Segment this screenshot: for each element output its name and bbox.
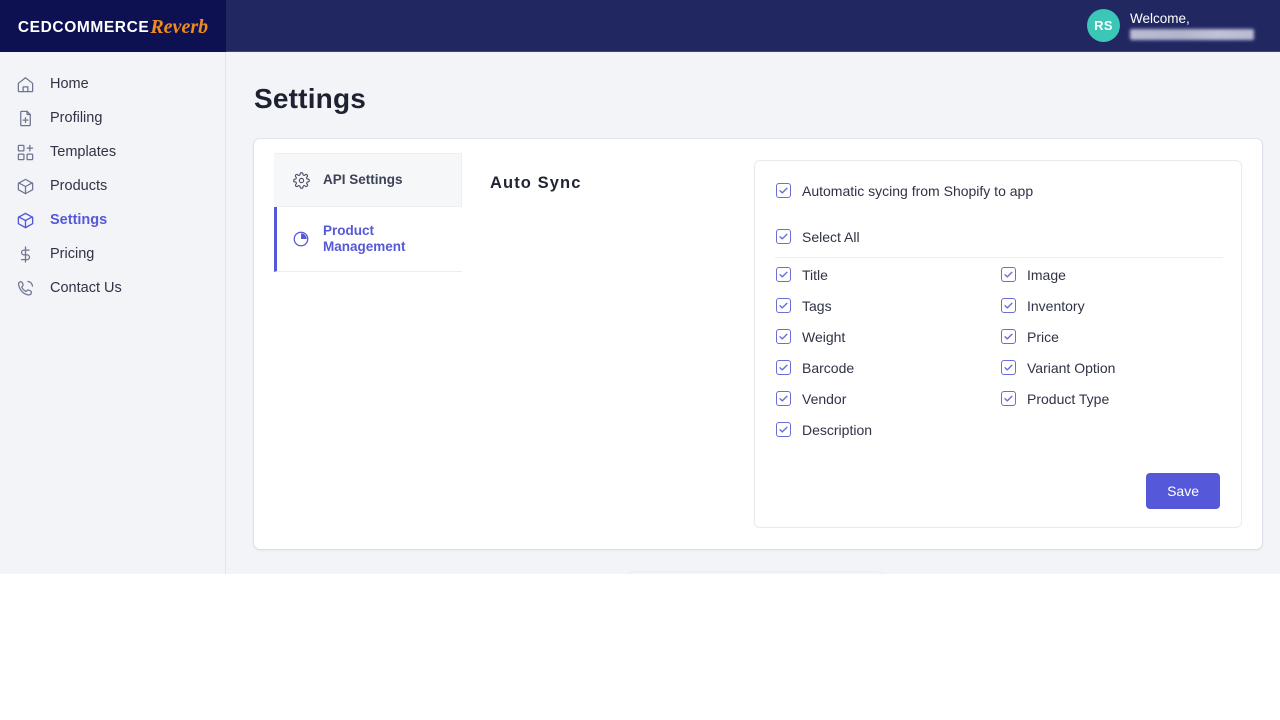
- option-select-all[interactable]: Select All: [776, 229, 860, 244]
- tab-label: Product Management: [323, 223, 450, 255]
- header-user-area[interactable]: RS Welcome,: [1087, 0, 1280, 51]
- auto-sync-options-panel: Automatic sycing from Shopify to app Sel…: [754, 160, 1242, 528]
- tab-label: API Settings: [323, 172, 403, 188]
- checkbox-checked-icon[interactable]: [776, 329, 791, 344]
- checkbox-checked-icon[interactable]: [1001, 360, 1016, 375]
- tab-api-settings[interactable]: API Settings: [274, 153, 462, 207]
- option-product-type[interactable]: Product Type: [1001, 391, 1224, 406]
- grid-plus-icon: [14, 141, 36, 163]
- avatar[interactable]: RS: [1087, 9, 1120, 42]
- option-label: Variant Option: [1027, 361, 1115, 375]
- sidebar-item-label: Products: [50, 179, 107, 194]
- option-inventory[interactable]: Inventory: [1001, 298, 1224, 313]
- options-divider: [775, 257, 1223, 258]
- option-title[interactable]: Title: [776, 267, 1001, 282]
- brand-logo[interactable]: CEDCOMMERCE Reverb: [0, 0, 226, 52]
- sidebar-item-templates[interactable]: Templates: [0, 135, 225, 169]
- settings-tab-list: API Settings Product Management: [274, 153, 462, 272]
- option-label: Price: [1027, 330, 1059, 344]
- option-label: Automatic sycing from Shopify to app: [802, 184, 1033, 198]
- sidebar-item-settings[interactable]: Settings: [0, 203, 225, 237]
- sidebar-item-label: Settings: [50, 213, 107, 228]
- sidebar-item-label: Profiling: [50, 111, 102, 126]
- checkbox-checked-icon[interactable]: [776, 298, 791, 313]
- logo-secondary-text: Reverb: [150, 16, 208, 39]
- tab-product-management[interactable]: Product Management: [274, 207, 462, 272]
- page-title: Settings: [254, 83, 366, 115]
- sidebar-item-label: Pricing: [50, 247, 94, 262]
- sidebar-nav: Home Profiling Templates: [0, 52, 226, 574]
- option-label: Weight: [802, 330, 845, 344]
- welcome-block: Welcome,: [1130, 11, 1254, 40]
- sidebar-item-home[interactable]: Home: [0, 67, 225, 101]
- option-image[interactable]: Image: [1001, 267, 1224, 282]
- sidebar-item-products[interactable]: Products: [0, 169, 225, 203]
- option-label: Product Type: [1027, 392, 1109, 406]
- sidebar-item-contact-us[interactable]: Contact Us: [0, 271, 225, 305]
- top-header: CEDCOMMERCE Reverb RS Welcome,: [0, 0, 1280, 52]
- option-price[interactable]: Price: [1001, 329, 1224, 344]
- main-content: Settings API Settings: [226, 52, 1280, 574]
- option-label: Tags: [802, 299, 832, 313]
- option-label: Description: [802, 423, 872, 437]
- option-variant-option[interactable]: Variant Option: [1001, 360, 1224, 375]
- logo-text: CEDCOMMERCE Reverb: [18, 15, 208, 38]
- box-icon: [14, 175, 36, 197]
- checkbox-checked-icon[interactable]: [1001, 267, 1016, 282]
- sidebar-item-label: Templates: [50, 145, 116, 160]
- option-weight[interactable]: Weight: [776, 329, 1001, 344]
- user-name-redacted: [1130, 29, 1254, 40]
- below-fold-card-edge: [627, 571, 883, 631]
- checkbox-checked-icon[interactable]: [776, 229, 791, 244]
- file-plus-icon: [14, 107, 36, 129]
- sidebar-item-profiling[interactable]: Profiling: [0, 101, 225, 135]
- sidebar-item-label: Home: [50, 77, 89, 92]
- option-label: Select All: [802, 230, 860, 244]
- option-label: Vendor: [802, 392, 846, 406]
- checkbox-checked-icon[interactable]: [776, 422, 791, 437]
- checkbox-checked-icon[interactable]: [776, 183, 791, 198]
- checkbox-checked-icon[interactable]: [776, 360, 791, 375]
- home-icon: [14, 73, 36, 95]
- checkbox-checked-icon[interactable]: [1001, 391, 1016, 406]
- checkbox-checked-icon[interactable]: [1001, 298, 1016, 313]
- dollar-icon: [14, 243, 36, 265]
- settings-card: API Settings Product Management Auto Syn…: [254, 139, 1262, 549]
- option-label: Inventory: [1027, 299, 1085, 313]
- field-options-grid: Title Image Tags Inventory: [776, 267, 1224, 437]
- box-icon: [14, 209, 36, 231]
- app-root: CEDCOMMERCE Reverb RS Welcome, Home: [0, 0, 1280, 720]
- option-label: Image: [1027, 268, 1066, 282]
- welcome-label: Welcome,: [1130, 11, 1254, 26]
- sidebar-item-pricing[interactable]: Pricing: [0, 237, 225, 271]
- option-label: Barcode: [802, 361, 854, 375]
- gear-icon: [291, 170, 311, 190]
- option-auto-sync[interactable]: Automatic sycing from Shopify to app: [776, 183, 1033, 198]
- checkbox-checked-icon[interactable]: [1001, 329, 1016, 344]
- option-tags[interactable]: Tags: [776, 298, 1001, 313]
- option-description[interactable]: Description: [776, 422, 1001, 437]
- checkbox-checked-icon[interactable]: [776, 267, 791, 282]
- section-title: Auto Sync: [490, 174, 582, 193]
- sidebar-item-label: Contact Us: [50, 281, 122, 296]
- option-vendor[interactable]: Vendor: [776, 391, 1001, 406]
- save-button[interactable]: Save: [1146, 473, 1220, 509]
- logo-primary-text: CEDCOMMERCE: [18, 19, 149, 37]
- checkbox-checked-icon[interactable]: [776, 391, 791, 406]
- phone-icon: [14, 277, 36, 299]
- option-label: Title: [802, 268, 828, 282]
- pie-chart-icon: [291, 229, 311, 249]
- option-barcode[interactable]: Barcode: [776, 360, 1001, 375]
